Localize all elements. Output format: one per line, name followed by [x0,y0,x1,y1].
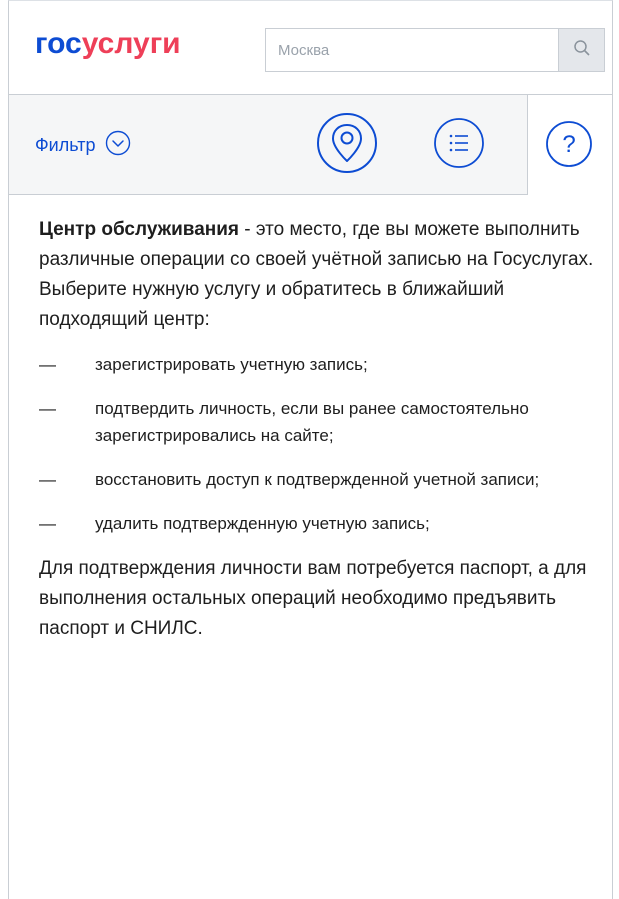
toolbar-left-panel: Фильтр [9,95,527,195]
help-button[interactable]: ? [544,119,594,174]
info-content: Центр обслуживания - это место, где вы м… [39,215,599,644]
outro-paragraph: Для подтверждения личности вам потребует… [39,558,587,639]
list-view-button[interactable] [432,116,486,175]
logo-part-uslugi: услуги [81,27,181,60]
filter-toggle[interactable]: Фильтр [35,129,131,161]
operation-text: восстановить доступ к подтвержденной уче… [95,470,540,489]
location-search-input[interactable] [266,29,556,71]
map-view-button[interactable] [315,111,379,180]
toolbar-help-panel: ? [527,95,612,195]
intro-paragraph: Центр обслуживания - это место, где вы м… [39,215,599,335]
app-frame: госуслуги Фильтр [8,0,613,899]
help-glyph: ? [562,131,575,158]
gosuslugi-logo[interactable]: госуслуги [35,24,181,64]
operation-text: подтвердить личность, если вы ранее само… [95,399,529,445]
intro-bold-term: Центр обслуживания [39,219,240,240]
header: госуслуги [9,1,612,95]
map-pin-icon [315,111,379,180]
location-search [265,28,605,72]
list-item: — восстановить доступ к подтвержденной у… [39,466,599,493]
operation-text: удалить подтвержденную учетную запись; [95,514,430,533]
chevron-down-circle-icon [105,130,131,161]
operation-text: зарегистрировать учетную запись; [95,355,368,374]
list-item: — подтвердить личность, если вы ранее са… [39,395,599,449]
logo-part-gos: гос [35,27,82,60]
list-icon [432,116,486,175]
dash-bullet: — [39,355,56,374]
list-item: — удалить подтвержденную учетную запись; [39,510,599,537]
search-button[interactable] [558,29,604,71]
toolbar: Фильтр ? [9,95,612,195]
dash-bullet: — [39,399,56,418]
magnifier-icon [573,39,591,62]
dash-bullet: — [39,514,56,533]
question-mark-icon: ? [544,119,594,174]
dash-bullet: — [39,470,56,489]
list-item: — зарегистрировать учетную запись; [39,351,599,378]
filter-label: Фильтр [35,134,96,155]
operations-list: — зарегистрировать учетную запись; — под… [39,351,599,537]
